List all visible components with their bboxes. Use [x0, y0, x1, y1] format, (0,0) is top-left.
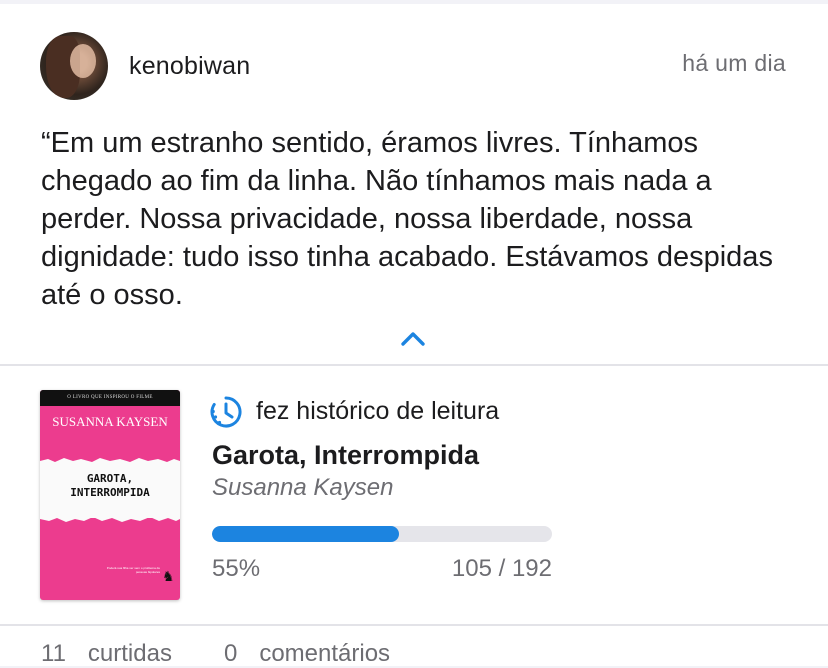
- post-time: há um dia: [682, 50, 786, 76]
- divider: [0, 624, 828, 626]
- cover-blurb: Poderá sua filha ver sem o problema de p…: [106, 566, 160, 574]
- post-stats: 11 curtidas 0 comentários: [41, 640, 390, 668]
- cover-author: SUSANNA KAYSEN: [52, 414, 168, 429]
- history-clock-icon: [210, 396, 242, 428]
- cover-title: GAROTA, INTERROMPIDA: [70, 472, 150, 499]
- likes-count[interactable]: 11: [41, 640, 66, 668]
- book-title[interactable]: Garota, Interrompida: [212, 440, 479, 471]
- progress-percent: 55%: [212, 555, 261, 582]
- reading-progress-bar: [212, 526, 552, 542]
- book-cover[interactable]: O LIVRO QUE INSPIROU O FILME SUSANNA KAY…: [40, 390, 180, 600]
- avatar-face: [70, 44, 96, 78]
- divider: [0, 364, 828, 366]
- likes-label[interactable]: curtidas: [88, 640, 172, 668]
- reading-action: fez histórico de leitura: [256, 397, 500, 425]
- book-author[interactable]: Susanna Kaysen: [212, 474, 393, 502]
- cover-paper-tear-bottom: [40, 516, 180, 522]
- post-quote: “Em um estranho sentido, éramos livres. …: [41, 127, 773, 311]
- cover-top-text: O LIVRO QUE INSPIROU O FILME: [67, 395, 153, 400]
- cover-publisher-logo: ♞: [162, 568, 175, 584]
- comments-count[interactable]: 0: [224, 640, 237, 668]
- avatar[interactable]: [40, 32, 108, 100]
- cover-top-band: O LIVRO QUE INSPIROU O FILME: [40, 390, 180, 406]
- chevron-up-icon[interactable]: [400, 330, 426, 348]
- username[interactable]: kenobiwan: [129, 52, 250, 81]
- reading-progress-fill: [212, 526, 399, 542]
- progress-pages: 105 / 192: [451, 555, 552, 582]
- post-card: kenobiwan há um dia “Em um estranho sent…: [0, 4, 828, 668]
- comments-label[interactable]: comentários: [259, 640, 390, 668]
